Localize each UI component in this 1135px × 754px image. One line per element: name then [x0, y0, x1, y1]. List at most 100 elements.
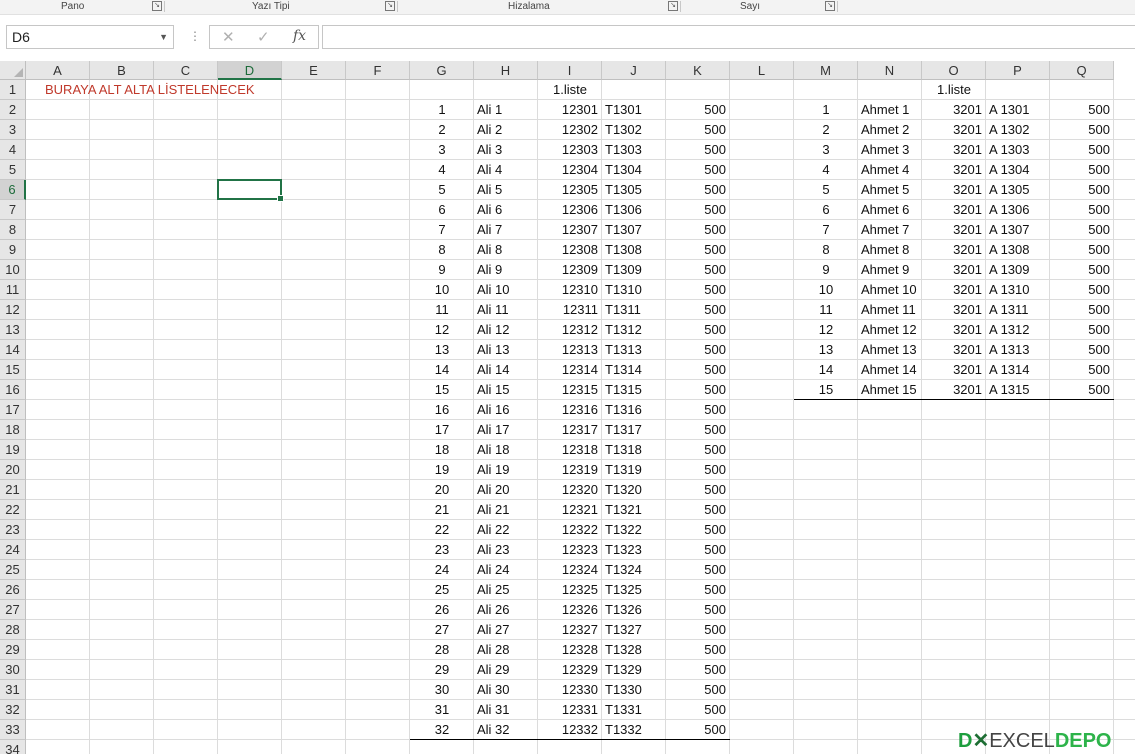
list2-cell[interactable]: 11 [794, 300, 858, 320]
list1-cell[interactable]: T1301 [602, 100, 666, 120]
list2-cell[interactable]: 3201 [922, 340, 986, 360]
list2-cell[interactable]: 3201 [922, 180, 986, 200]
list1-cell[interactable]: T1330 [602, 680, 666, 700]
list1-cell[interactable]: 500 [666, 700, 730, 720]
list1-cell[interactable]: Ali 10 [474, 280, 538, 300]
list2-cell[interactable]: 3201 [922, 260, 986, 280]
list2-cell[interactable]: 3201 [922, 140, 986, 160]
list2-cell[interactable]: 500 [1050, 160, 1114, 180]
list1-cell[interactable]: 12306 [538, 200, 602, 220]
list1-cell[interactable]: 12324 [538, 560, 602, 580]
list1-cell[interactable]: Ali 11 [474, 300, 538, 320]
list1-cell[interactable]: Ali 16 [474, 400, 538, 420]
list1-cell[interactable]: 12328 [538, 640, 602, 660]
list2-cell[interactable]: 3201 [922, 220, 986, 240]
list1-cell[interactable]: 12301 [538, 100, 602, 120]
column-header-m[interactable]: M [794, 61, 858, 80]
list1-cell[interactable]: 500 [666, 200, 730, 220]
list2-cell[interactable]: 3201 [922, 360, 986, 380]
list2-cell[interactable]: A 1303 [986, 140, 1050, 160]
list1-cell[interactable]: 12322 [538, 520, 602, 540]
list1-cell[interactable]: 27 [410, 620, 474, 640]
list1-cell[interactable]: 13 [410, 340, 474, 360]
list1-cell[interactable]: Ali 21 [474, 500, 538, 520]
list1-cell[interactable]: 30 [410, 680, 474, 700]
list2-cell[interactable]: A 1302 [986, 120, 1050, 140]
list1-cell[interactable]: T1329 [602, 660, 666, 680]
list1-cell[interactable]: 10 [410, 280, 474, 300]
row-header-33[interactable]: 33 [0, 720, 26, 740]
list1-cell[interactable]: T1319 [602, 460, 666, 480]
row-header-26[interactable]: 26 [0, 580, 26, 600]
list1-cell[interactable]: Ali 5 [474, 180, 538, 200]
list2-cell[interactable]: 500 [1050, 120, 1114, 140]
list1-cell[interactable]: 500 [666, 320, 730, 340]
list1-cell[interactable]: 500 [666, 540, 730, 560]
list1-cell[interactable]: T1311 [602, 300, 666, 320]
row-header-5[interactable]: 5 [0, 160, 26, 180]
list2-cell[interactable]: 1 [794, 100, 858, 120]
list1-cell[interactable]: 500 [666, 340, 730, 360]
list1-cell[interactable]: Ali 26 [474, 600, 538, 620]
column-header-h[interactable]: H [474, 61, 538, 80]
list2-cell[interactable]: A 1305 [986, 180, 1050, 200]
list1-cell[interactable]: Ali 18 [474, 440, 538, 460]
list2-cell[interactable]: 500 [1050, 340, 1114, 360]
row-header-17[interactable]: 17 [0, 400, 26, 420]
list1-cell[interactable]: 500 [666, 360, 730, 380]
list1-cell[interactable]: 26 [410, 600, 474, 620]
list1-cell[interactable]: Ali 4 [474, 160, 538, 180]
list1-cell[interactable]: 500 [666, 380, 730, 400]
list2-cell[interactable]: 9 [794, 260, 858, 280]
list1-cell[interactable]: T1314 [602, 360, 666, 380]
row-header-16[interactable]: 16 [0, 380, 26, 400]
list1-cell[interactable]: 500 [666, 620, 730, 640]
list1-cell[interactable]: 500 [666, 660, 730, 680]
list1-cell[interactable]: 12 [410, 320, 474, 340]
row-header-8[interactable]: 8 [0, 220, 26, 240]
list2-cell[interactable]: 3201 [922, 280, 986, 300]
column-header-e[interactable]: E [282, 61, 346, 80]
list1-cell[interactable]: Ali 22 [474, 520, 538, 540]
column-header-i[interactable]: I [538, 61, 602, 80]
list1-cell[interactable]: 500 [666, 120, 730, 140]
list1-cell[interactable]: 12308 [538, 240, 602, 260]
list1-cell[interactable]: 12315 [538, 380, 602, 400]
list2-cell[interactable]: Ahmet 10 [858, 280, 922, 300]
list2-cell[interactable]: 500 [1050, 300, 1114, 320]
list2-cell[interactable]: Ahmet 6 [858, 200, 922, 220]
list2-cell[interactable]: A 1315 [986, 380, 1050, 400]
list1-cell[interactable]: 12312 [538, 320, 602, 340]
list1-cell[interactable]: Ali 3 [474, 140, 538, 160]
list1-cell[interactable]: T1302 [602, 120, 666, 140]
list2-cell[interactable]: A 1306 [986, 200, 1050, 220]
list1-cell[interactable]: 15 [410, 380, 474, 400]
list1-cell[interactable]: 500 [666, 500, 730, 520]
list1-cell[interactable]: T1315 [602, 380, 666, 400]
row-header-19[interactable]: 19 [0, 440, 26, 460]
list1-cell[interactable]: 12304 [538, 160, 602, 180]
list1-cell[interactable]: 12316 [538, 400, 602, 420]
row-header-7[interactable]: 7 [0, 200, 26, 220]
row-header-22[interactable]: 22 [0, 500, 26, 520]
column-header-l[interactable]: L [730, 61, 794, 80]
list1-cell[interactable]: 21 [410, 500, 474, 520]
list2-cell[interactable]: Ahmet 2 [858, 120, 922, 140]
row-header-25[interactable]: 25 [0, 560, 26, 580]
active-cell-d6[interactable] [217, 179, 284, 202]
list2-cell[interactable]: Ahmet 5 [858, 180, 922, 200]
list1-cell[interactable]: Ali 8 [474, 240, 538, 260]
list1-cell[interactable]: 12327 [538, 620, 602, 640]
list1-cell[interactable]: 12303 [538, 140, 602, 160]
row-header-28[interactable]: 28 [0, 620, 26, 640]
list1-cell[interactable]: 12332 [538, 720, 602, 740]
cancel-icon[interactable]: ✕ [222, 28, 235, 46]
list2-cell[interactable]: Ahmet 15 [858, 380, 922, 400]
list2-cell[interactable]: A 1313 [986, 340, 1050, 360]
list1-cell[interactable]: 12313 [538, 340, 602, 360]
list2-cell[interactable]: 4 [794, 160, 858, 180]
row-header-10[interactable]: 10 [0, 260, 26, 280]
column-header-f[interactable]: F [346, 61, 410, 80]
list1-cell[interactable]: 12329 [538, 660, 602, 680]
row-header-18[interactable]: 18 [0, 420, 26, 440]
